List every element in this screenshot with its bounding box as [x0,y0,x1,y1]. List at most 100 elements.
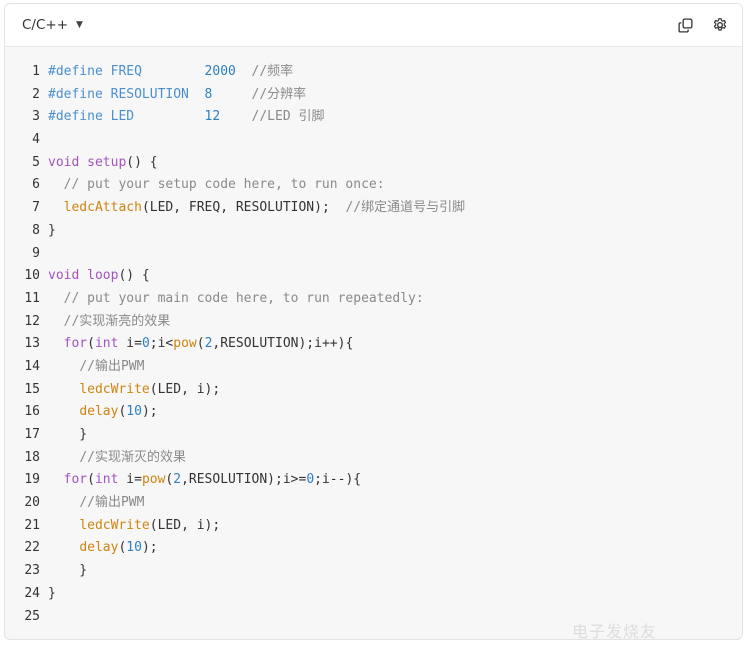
code-token: ;i< [149,336,174,352]
line-number: 25 [24,608,40,624]
line-number: 21 [24,517,40,533]
code-line: 12 //实现渐亮的效果 [5,311,742,334]
code-token: ,RESOLUTION);i++){ [212,336,354,352]
code-token: // put your setup code here, to run once… [63,177,385,193]
line-number: 23 [24,563,40,579]
line-number: 1 [32,64,40,79]
code-text: //实现渐灭的效果 [48,447,186,470]
code-token: //输出PWM [79,358,145,374]
code-text: for(int i=0;i<pow(2,RESOLUTION);i++){ [48,333,354,356]
code-token: 10 [126,404,142,420]
copy-icon [677,17,693,33]
code-token: loop [87,268,119,284]
code-line: 16 delay(10); [5,401,742,424]
line-number: 10 [24,268,40,284]
code-text: } [48,560,87,583]
code-text: //输出PWM [48,356,144,379]
code-text: //实现渐亮的效果 [48,311,171,334]
code-token: //实现渐灭的效果 [79,449,186,465]
watermark: 电子发烧友 [572,622,658,641]
code-token: 0 [141,336,150,352]
code-line: 7 ledcAttach(LED, FREQ, RESOLUTION); //绑… [5,197,742,220]
code-token: (LED, i); [149,517,221,533]
code-text: void setup() { [48,152,158,175]
code-text: #define FREQ 2000 //频率 [48,61,293,84]
code-token: i= [118,336,142,352]
language-label: C/C++ [22,17,69,33]
code-text: // put your setup code here, to run once… [48,174,385,197]
line-number: 24 [24,585,40,601]
code-token: //实现渐亮的效果 [63,313,171,329]
code-line: 14 //输出PWM [5,356,742,379]
code-line: 24} [5,583,742,606]
code-line: 8} [5,220,742,243]
code-token: () { [118,268,150,284]
code-token: pow [173,336,197,352]
line-number: 17 [24,427,40,442]
code-token: //频率 [251,64,294,79]
line-number: 3 [32,109,40,125]
code-line: 10 void loop() { [5,265,742,288]
code-line: 18 //实现渐灭的效果 [5,447,742,470]
line-number: 4 [32,132,40,148]
code-token: 2 [173,472,182,488]
code-token: () { [126,154,158,170]
code-line: 21 ledcWrite(LED, i); [5,515,742,538]
code-token: int [94,336,119,352]
code-line: 20 //输出PWM [5,492,742,515]
code-line: 4 [5,129,742,152]
code-token: //LED 引脚 [251,109,325,125]
code-line: 2 #define RESOLUTION 8 //分辨率 [5,84,742,107]
code-token: delay [79,404,119,420]
code-text: for(int i=pow(2,RESOLUTION);i>=0;i--){ [48,469,361,492]
code-text: //输出PWM [48,492,144,515]
line-number: 11 [24,290,40,306]
code-text: ledcWrite(LED, i); [48,515,220,538]
code-line: 1 #define FREQ 2000 //频率 [5,61,742,84]
code-token: } [48,563,88,579]
code-line: 9 [5,243,742,266]
code-token: int [94,472,119,488]
code-token: void [48,154,80,170]
line-number: 5 [32,154,40,170]
code-token: //绑定通道号与引脚 [345,200,466,216]
code-token: ,RESOLUTION);i>= [181,472,307,488]
code-token: ;i--){ [314,472,362,488]
code-token: #define RESOLUTION [48,86,205,102]
line-number: 7 [32,200,40,216]
code-token: 0 [306,472,315,488]
code-token: ( [87,336,95,352]
code-block: C/C++ ▼ 1 #define FREQ 2000 //频率 2 #define … [4,3,743,640]
code-text: ledcAttach(LED, FREQ, RESOLUTION); //绑定通… [48,197,465,220]
code-text: delay(10); [48,401,157,424]
code-line: 15 ledcWrite(LED, i); [5,379,742,402]
code-content[interactable]: 1 #define FREQ 2000 //频率 2 #define RESOLUTI… [5,61,742,628]
line-number: 2 [32,86,40,102]
line-number: 12 [24,313,40,329]
code-text: #define RESOLUTION 8 //分辨率 [48,84,306,107]
code-line: 5 void setup() { [5,152,742,175]
code-token: (LED, i); [149,381,221,397]
code-block-header: C/C++ ▼ [5,4,742,47]
code-token: ledcWrite [79,381,150,397]
code-line: 13 for(int i=0;i<pow(2,RESOLUTION);i++){ [5,333,742,356]
line-number: 19 [24,472,40,488]
language-selector[interactable]: C/C++ ▼ [22,16,83,34]
copy-button[interactable] [676,16,694,34]
code-token: setup [87,154,127,170]
settings-button[interactable] [711,16,729,34]
gear-icon [713,18,727,31]
chevron-down-icon: ▼ [76,19,83,30]
